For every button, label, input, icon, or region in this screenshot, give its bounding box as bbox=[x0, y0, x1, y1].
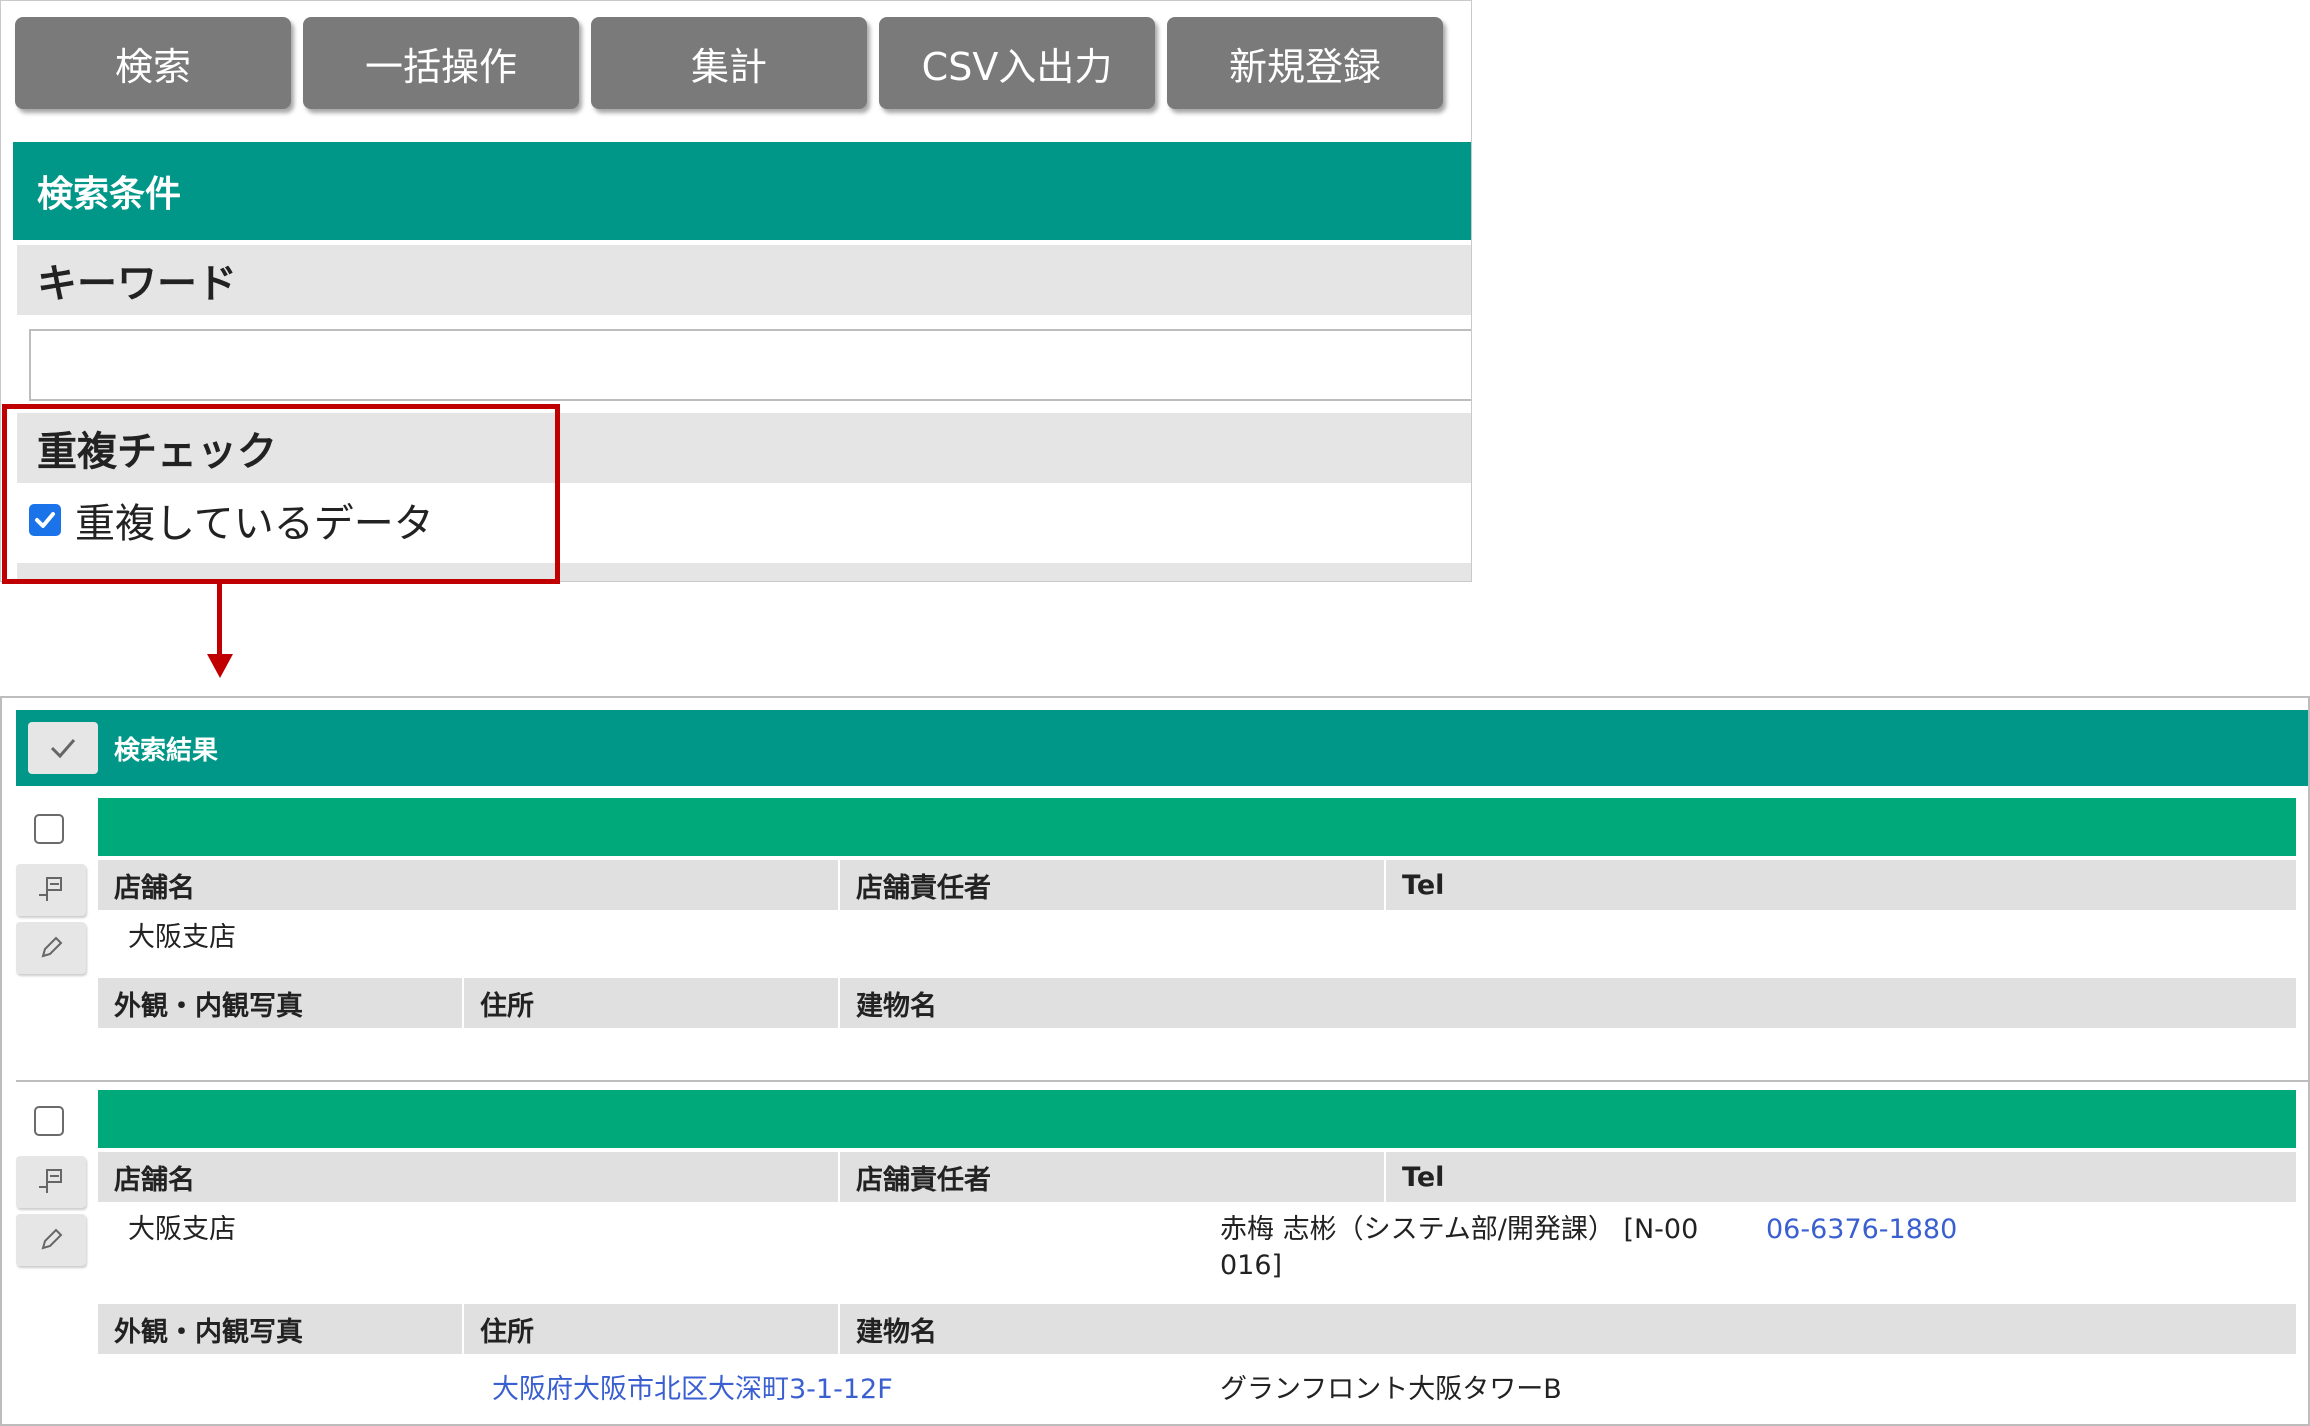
arrow-down-icon bbox=[207, 654, 233, 678]
record-divider bbox=[16, 1080, 2308, 1082]
tel-link[interactable]: 06-6376-1880 bbox=[1750, 1212, 1957, 1248]
arrow-annotation-line bbox=[217, 584, 222, 656]
pencil-icon bbox=[41, 1228, 63, 1250]
record-label-row: 店舗名 店舗責任者 Tel bbox=[98, 860, 2296, 910]
manager-value-line2: 016] bbox=[1220, 1250, 1283, 1281]
store-name-label: 店舗名 bbox=[114, 1164, 195, 1196]
bulk-operation-button[interactable]: 一括操作 bbox=[303, 17, 579, 109]
tel-label: Tel bbox=[1402, 869, 1445, 901]
edit-button[interactable] bbox=[16, 922, 86, 974]
store-name-value: 大阪支店 bbox=[128, 1214, 236, 1245]
new-register-button[interactable]: 新規登録 bbox=[1167, 17, 1443, 109]
building-label: 建物名 bbox=[856, 990, 937, 1022]
store-name-value: 大阪支店 bbox=[128, 922, 236, 953]
detail-button[interactable] bbox=[16, 1156, 86, 1208]
record-checkbox[interactable] bbox=[34, 1106, 64, 1136]
highlight-annotation bbox=[2, 404, 560, 584]
search-button[interactable]: 検索 bbox=[15, 17, 291, 109]
checkmark-icon bbox=[50, 739, 76, 759]
keyword-label: キーワード bbox=[17, 245, 1471, 315]
edit-button[interactable] bbox=[16, 1214, 86, 1266]
tel-label: Tel bbox=[1402, 1161, 1445, 1193]
record-label-row: 外観・内観写真 住所 建物名 bbox=[98, 1304, 2296, 1354]
manager-value: 赤梅 志彬（システム部/開発課） [N-00 016] bbox=[1204, 1212, 1764, 1284]
detail-button[interactable] bbox=[16, 864, 86, 916]
manager-label: 店舗責任者 bbox=[856, 872, 991, 904]
record-label-row: 外観・内観写真 住所 建物名 bbox=[98, 978, 2296, 1028]
address-label: 住所 bbox=[480, 990, 534, 1022]
address-label: 住所 bbox=[480, 1316, 534, 1348]
csv-io-button[interactable]: CSV入出力 bbox=[879, 17, 1155, 109]
store-name-label: 店舗名 bbox=[114, 872, 195, 904]
detail-icon bbox=[39, 877, 62, 901]
aggregate-button[interactable]: 集計 bbox=[591, 17, 867, 109]
address-link[interactable]: 大阪府大阪市北区大深町3-1-12F bbox=[476, 1372, 893, 1408]
record-label-row: 店舗名 店舗責任者 Tel bbox=[98, 1152, 2296, 1202]
search-conditions-header: 検索条件 bbox=[13, 142, 1471, 240]
photo-label: 外観・内観写真 bbox=[114, 990, 303, 1022]
building-label: 建物名 bbox=[856, 1316, 937, 1348]
search-results-title: 検索結果 bbox=[114, 735, 219, 766]
record-checkbox[interactable] bbox=[34, 814, 64, 844]
record-title-bar bbox=[98, 798, 2296, 856]
manager-label: 店舗責任者 bbox=[856, 1164, 991, 1196]
photo-label: 外観・内観写真 bbox=[114, 1316, 303, 1348]
pencil-icon bbox=[41, 936, 63, 958]
building-value: グランフロント大阪タワーB bbox=[1220, 1374, 1562, 1405]
record-title-bar bbox=[98, 1090, 2296, 1148]
keyword-input[interactable] bbox=[29, 329, 1471, 401]
search-results-header: 検索結果 bbox=[16, 710, 2308, 786]
search-results-panel: 検索結果 店舗名 店舗責任者 Tel 大阪支店 外観・内観写真 住所 建物名 店… bbox=[0, 696, 2310, 1426]
detail-icon bbox=[39, 1169, 62, 1193]
manager-value-line1: 赤梅 志彬（システム部/開発課） [N-00 bbox=[1220, 1214, 1699, 1245]
select-all-button[interactable] bbox=[28, 722, 98, 774]
